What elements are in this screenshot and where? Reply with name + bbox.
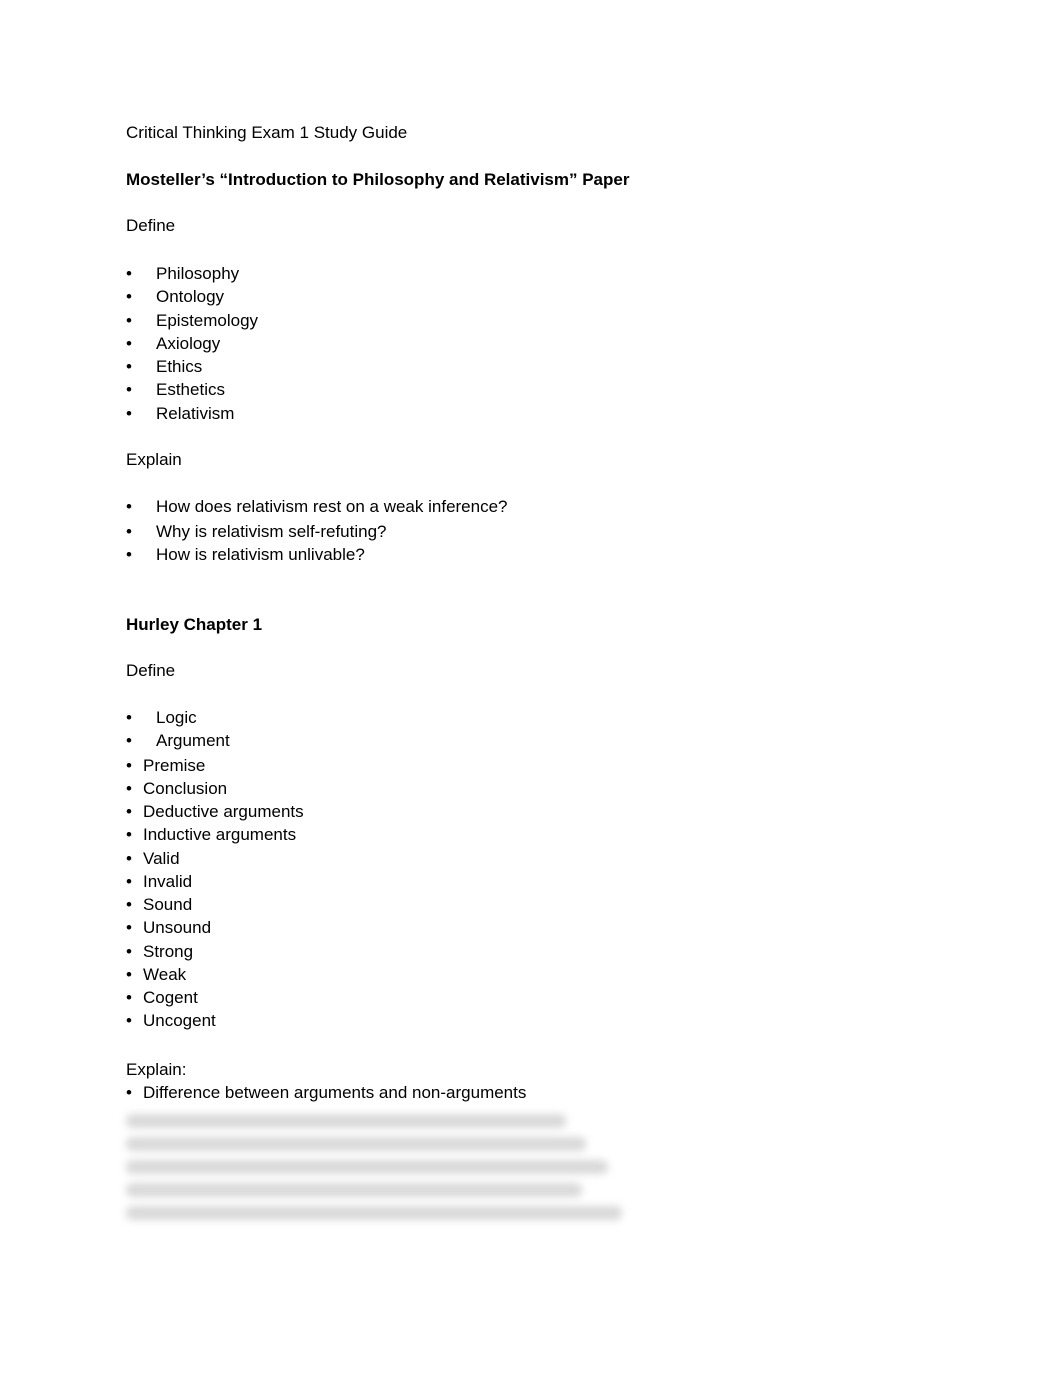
blurred-line — [126, 1183, 582, 1197]
bullet-icon: • — [126, 802, 132, 821]
list-item: • Valid — [126, 849, 180, 868]
bullet-icon: • — [126, 1011, 132, 1030]
list-item: • How does relativism rest on a weak infe… — [126, 497, 508, 516]
list-item: • Ontology — [126, 287, 225, 306]
bullet-icon: • — [126, 357, 132, 376]
list-item: • Difference between arguments and non-ar… — [126, 1083, 527, 1102]
bullet-icon: • — [126, 404, 132, 423]
define-label: Define — [126, 661, 176, 680]
list-item: • Relativism — [126, 404, 235, 423]
bullet-icon: • — [126, 895, 132, 914]
bullet-icon: • — [126, 545, 132, 564]
document-title: Critical Thinking Exam 1 Study Guide — [126, 123, 408, 142]
list-item: • How is relativism unlivable? — [126, 545, 365, 564]
bullet-icon: • — [126, 872, 132, 891]
list-item: • Sound — [126, 895, 193, 914]
bullet-icon: • — [126, 965, 132, 984]
blurred-line — [126, 1160, 608, 1174]
bullet-icon: • — [126, 522, 132, 541]
list-item: • Strong — [126, 942, 194, 961]
list-item: • Epistemology — [126, 311, 259, 330]
bullet-icon: • — [126, 825, 132, 844]
list-item: • Invalid — [126, 872, 193, 891]
bullet-icon: • — [126, 918, 132, 937]
bullet-icon: • — [126, 942, 132, 961]
list-item: • Cogent — [126, 988, 198, 1007]
section-heading-hurley: Hurley Chapter 1 — [126, 615, 263, 634]
list-item: • Axiology — [126, 334, 221, 353]
explain-label: Explain: — [126, 1060, 187, 1079]
bullet-icon: • — [126, 779, 132, 798]
bullet-icon: • — [126, 708, 132, 727]
list-item: • Premise — [126, 756, 206, 775]
bullet-icon: • — [126, 380, 132, 399]
bullet-icon: • — [126, 731, 132, 750]
list-item: • Why is relativism self-refuting? — [126, 522, 387, 541]
blurred-line — [126, 1114, 566, 1128]
list-item: • Esthetics — [126, 380, 225, 399]
explain-label: Explain — [126, 450, 182, 469]
bullet-icon: • — [126, 311, 132, 330]
list-item: • Conclusion — [126, 779, 228, 798]
list-item: • Deductive arguments — [126, 802, 304, 821]
list-item: • Weak — [126, 965, 187, 984]
define-label: Define — [126, 216, 176, 235]
bullet-icon: • — [126, 756, 132, 775]
bullet-icon: • — [126, 497, 132, 516]
bullet-icon: • — [126, 264, 132, 283]
bullet-icon: • — [126, 849, 132, 868]
section-heading-mosteller: Mosteller’s “Introduction to Philosophy … — [126, 170, 630, 189]
list-item: • Logic — [126, 708, 197, 727]
list-item: • Inductive arguments — [126, 825, 297, 844]
bullet-icon: • — [126, 287, 132, 306]
list-item: • Ethics — [126, 357, 203, 376]
list-item: • Unsound — [126, 918, 212, 937]
list-item: • Argument — [126, 731, 230, 750]
list-item: • Philosophy — [126, 264, 240, 283]
list-item: • Uncogent — [126, 1011, 216, 1030]
blurred-line — [126, 1206, 622, 1220]
blurred-line — [126, 1137, 586, 1151]
bullet-icon: • — [126, 988, 132, 1007]
bullet-icon: • — [126, 334, 132, 353]
bullet-icon: • — [126, 1083, 132, 1102]
